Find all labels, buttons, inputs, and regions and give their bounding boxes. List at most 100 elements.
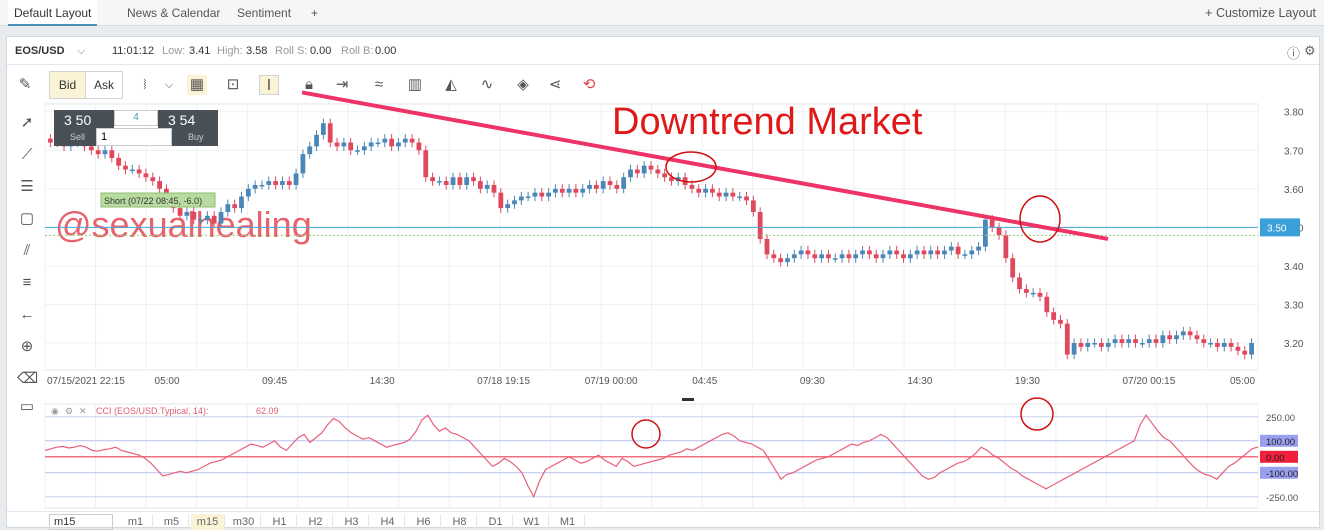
- candle: [921, 250, 927, 255]
- y-tick-label: 3.30: [1284, 300, 1304, 311]
- candle: [805, 250, 811, 255]
- candle: [430, 177, 435, 182]
- candle: [471, 177, 476, 182]
- buy-price: 3 54: [168, 112, 196, 128]
- candle: [1105, 343, 1111, 347]
- x-tick-label: 19:30: [1015, 376, 1040, 387]
- candle: [150, 177, 156, 182]
- candle: [457, 177, 463, 185]
- candle: [1235, 346, 1241, 351]
- candle: [1003, 235, 1009, 259]
- x-tick-label: 14:30: [907, 376, 932, 387]
- candle: [95, 150, 101, 155]
- candle: [587, 184, 592, 189]
- candle: [593, 184, 599, 189]
- candle: [143, 173, 149, 178]
- candle: [239, 196, 244, 209]
- indicator-label: CCI (EOS/USD.Typical, 14):: [96, 406, 209, 416]
- candle: [1058, 319, 1063, 324]
- candle: [334, 142, 340, 147]
- buy-label: Buy: [188, 132, 204, 142]
- candle: [1119, 339, 1125, 344]
- candle: [375, 142, 381, 145]
- current-price-value: 3.50: [1267, 223, 1287, 234]
- candle: [204, 215, 210, 220]
- candle: [129, 169, 135, 172]
- price-chart[interactable]: 3.80 3.70 3.60 3.50 3.40 3.30 3.20 07/15/2021 2…: [0, 0, 1324, 528]
- candle: [989, 219, 995, 228]
- candle: [614, 184, 620, 189]
- candle: [962, 254, 968, 256]
- candle: [464, 177, 470, 185]
- candle: [607, 181, 613, 185]
- candle: [1071, 343, 1077, 355]
- order-label: Short (07/22 08:45, -6.0): [104, 196, 202, 206]
- candle: [1139, 343, 1145, 345]
- candle: [1044, 296, 1050, 313]
- candle: [518, 196, 524, 201]
- candle: [266, 181, 272, 185]
- candle: [1160, 335, 1166, 344]
- candle: [846, 254, 852, 259]
- candle: [191, 211, 197, 220]
- candle: [853, 254, 859, 259]
- x-tick-label: 04:45: [692, 376, 717, 387]
- candle: [935, 250, 941, 255]
- candle: [123, 165, 128, 170]
- candle: [785, 258, 790, 263]
- candle: [1167, 335, 1173, 340]
- candle: [1133, 339, 1138, 344]
- y-tick-label: 3.60: [1284, 185, 1304, 196]
- candle: [491, 184, 497, 193]
- candle: [1085, 343, 1091, 347]
- candle: [1153, 339, 1159, 344]
- candle: [218, 211, 224, 224]
- candle: [225, 204, 231, 212]
- candle: [382, 138, 388, 143]
- x-tick-label: 05:00: [1230, 376, 1255, 387]
- candle: [211, 215, 217, 224]
- candle: [600, 181, 606, 189]
- candle: [716, 192, 722, 197]
- x-tick-label: 07/18 19:15: [477, 376, 530, 387]
- candle: [1228, 343, 1234, 347]
- indicator-tick-label: 250.00: [1266, 413, 1295, 424]
- candle: [744, 196, 749, 201]
- candle: [655, 169, 661, 174]
- candle: [907, 254, 913, 259]
- candle: [88, 146, 94, 151]
- candle: [580, 188, 586, 193]
- candle: [1037, 292, 1043, 297]
- candle: [423, 150, 429, 178]
- candle: [1208, 343, 1214, 345]
- candle: [402, 138, 408, 143]
- candle: [955, 246, 961, 255]
- x-tick-label: 05:00: [155, 376, 180, 387]
- candle: [628, 169, 633, 178]
- candle: [730, 192, 736, 197]
- quantity-input[interactable]: 1: [96, 128, 172, 146]
- candle: [1092, 343, 1097, 345]
- candle: [703, 188, 708, 193]
- candle: [1249, 343, 1254, 355]
- candle: [273, 181, 278, 185]
- candle: [791, 254, 797, 259]
- candle: [887, 250, 893, 255]
- candle: [566, 188, 572, 193]
- candle: [928, 250, 934, 255]
- y-tick-label: 3.20: [1284, 339, 1304, 350]
- candle: [778, 258, 784, 263]
- x-tick-label: 09:45: [262, 376, 287, 387]
- candle: [484, 184, 490, 189]
- candle: [1099, 343, 1104, 347]
- indicator-tick-label: 0.00: [1266, 453, 1285, 464]
- candle: [198, 219, 203, 222]
- pane-resize-handle: [682, 398, 694, 401]
- candle: [252, 184, 258, 189]
- candle: [771, 254, 777, 259]
- candle: [1064, 323, 1070, 355]
- candle: [1112, 339, 1118, 344]
- candle: [894, 250, 900, 255]
- indicator-tick-label: -250.00: [1266, 493, 1298, 504]
- candle: [737, 196, 743, 199]
